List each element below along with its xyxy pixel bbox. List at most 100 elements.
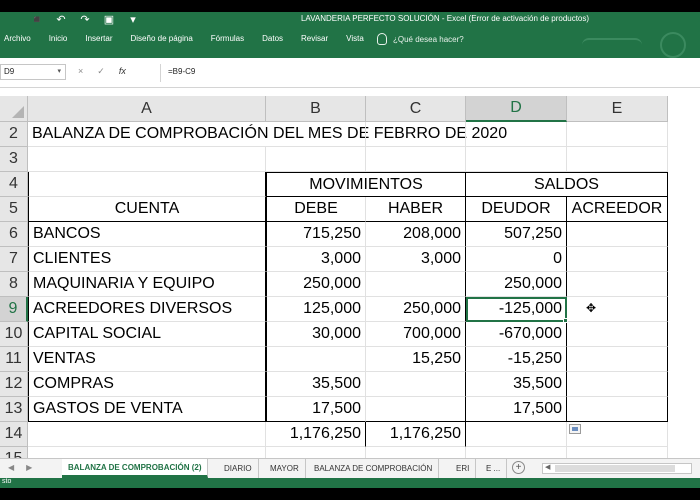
cell-de4[interactable]: SALDOS — [466, 172, 668, 197]
cell-b12[interactable]: 35,500 — [266, 372, 366, 397]
add-sheet-button[interactable]: + — [512, 461, 525, 474]
column-header-a[interactable]: A — [28, 96, 266, 122]
cell-a4[interactable] — [28, 172, 266, 197]
cell-d13[interactable]: 17,500 — [466, 397, 567, 422]
cell-e14[interactable] — [567, 422, 668, 447]
cell-c9[interactable]: 250,000 — [366, 297, 466, 322]
cell-c3[interactable] — [366, 147, 466, 172]
column-header-b[interactable]: B — [266, 96, 366, 122]
cell-a3[interactable] — [28, 147, 266, 172]
row-header-11[interactable]: 11 — [0, 347, 28, 372]
cell-b6[interactable]: 715,250 — [266, 222, 366, 247]
chevron-down-icon[interactable]: ▾ — [57, 67, 61, 75]
sheet-prev-icon[interactable]: ◀ — [8, 463, 14, 472]
scrollbar-thumb[interactable] — [555, 465, 675, 472]
cell-d14[interactable] — [466, 422, 567, 447]
row-header-9[interactable]: 9 — [0, 297, 28, 322]
cell-a12[interactable]: COMPRAS — [28, 372, 266, 397]
tell-me-box[interactable]: ¿Qué desea hacer? — [377, 33, 464, 45]
sheet-tab-4[interactable]: BALANZA DE COMPROBACIÓN — [308, 459, 440, 478]
fill-handle[interactable] — [563, 318, 568, 323]
name-box[interactable]: D9 ▾ — [0, 64, 66, 80]
column-header-d[interactable]: D — [466, 96, 567, 122]
sheet-tab-5[interactable]: ERI — [450, 459, 477, 478]
cell-b11[interactable] — [266, 347, 366, 372]
row-header-7[interactable]: 7 — [0, 247, 28, 272]
tab-vista[interactable]: Vista — [346, 34, 364, 43]
cell-e5[interactable]: ACREEDOR — [567, 197, 668, 222]
cell-e12[interactable] — [567, 372, 668, 397]
row-header-13[interactable]: 13 — [0, 397, 28, 422]
cell-c8[interactable] — [366, 272, 466, 297]
select-all-corner[interactable] — [0, 96, 28, 122]
tab-insertar[interactable]: Insertar — [85, 34, 112, 43]
cell-b10[interactable]: 30,000 — [266, 322, 366, 347]
cell-a8[interactable]: MAQUINARIA Y EQUIPO — [28, 272, 266, 297]
tab-revisar[interactable]: Revisar — [301, 34, 328, 43]
cell-c7[interactable]: 3,000 — [366, 247, 466, 272]
cell-e9[interactable] — [567, 297, 668, 322]
sheet-tab-3[interactable]: MAYOR — [264, 459, 306, 478]
cell-b9[interactable]: 125,000 — [266, 297, 366, 322]
cell-a13[interactable]: GASTOS DE VENTA — [28, 397, 266, 422]
column-header-e[interactable]: E — [567, 96, 668, 122]
cell-e3[interactable] — [567, 147, 668, 172]
row-header-4[interactable]: 4 — [0, 172, 28, 197]
cell-b3[interactable] — [266, 147, 366, 172]
column-header-c[interactable]: C — [366, 96, 466, 122]
cell-c5[interactable]: HABER — [366, 197, 466, 222]
cell-b5[interactable]: DEBE — [266, 197, 366, 222]
cell-e11[interactable] — [567, 347, 668, 372]
row-header-6[interactable]: 6 — [0, 222, 28, 247]
cell-a14[interactable] — [28, 422, 266, 447]
row-header-3[interactable]: 3 — [0, 147, 28, 172]
cancel-icon[interactable]: × — [78, 66, 83, 77]
cell-a7[interactable]: CLIENTES — [28, 247, 266, 272]
cell-b13[interactable]: 17,500 — [266, 397, 366, 422]
cell-a10[interactable]: CAPITAL SOCIAL — [28, 322, 266, 347]
cell-e7[interactable] — [567, 247, 668, 272]
confirm-icon[interactable]: ✓ — [97, 66, 105, 77]
cell-d7[interactable]: 0 — [466, 247, 567, 272]
cell-e10[interactable] — [567, 322, 668, 347]
cell-d10[interactable]: -670,000 — [466, 322, 567, 347]
row-header-12[interactable]: 12 — [0, 372, 28, 397]
cell-c13[interactable] — [366, 397, 466, 422]
tab-formulas[interactable]: Fórmulas — [211, 34, 244, 43]
cell-a2[interactable]: BALANZA DE COMPROBACIÓN DEL MES DE FEBRR… — [28, 122, 507, 147]
cell-d3[interactable] — [466, 147, 567, 172]
cell-c12[interactable] — [366, 372, 466, 397]
quick-analysis-icon[interactable] — [569, 424, 581, 434]
cell-b8[interactable]: 250,000 — [266, 272, 366, 297]
cell-b14[interactable]: 1,176,250 — [266, 422, 366, 447]
scroll-left-icon[interactable]: ◀ — [545, 463, 550, 471]
cell-b2[interactable] — [266, 122, 366, 147]
cell-e2[interactable] — [567, 122, 668, 147]
cell-bc4[interactable]: MOVIMIENTOS — [266, 172, 466, 197]
row-header-2[interactable]: 2 — [0, 122, 28, 147]
cell-d6[interactable]: 507,250 — [466, 222, 567, 247]
cell-b7[interactable]: 3,000 — [266, 247, 366, 272]
formula-input[interactable]: =B9-C9 — [168, 67, 195, 76]
cell-a6[interactable]: BANCOS — [28, 222, 266, 247]
row-header-5[interactable]: 5 — [0, 197, 28, 222]
cell-d2[interactable] — [466, 122, 567, 147]
cell-e6[interactable] — [567, 222, 668, 247]
cell-a5[interactable]: CUENTA — [28, 197, 266, 222]
cell-c14[interactable]: 1,176,250 — [366, 422, 466, 447]
sheet-next-icon[interactable]: ▶ — [26, 463, 32, 472]
tab-archivo[interactable]: Archivo — [4, 34, 31, 43]
row-header-8[interactable]: 8 — [0, 272, 28, 297]
insert-function-icon[interactable]: fx — [119, 66, 126, 77]
horizontal-scrollbar[interactable]: ◀ — [542, 463, 692, 474]
cell-d12[interactable]: 35,500 — [466, 372, 567, 397]
tab-inicio[interactable]: Inicio — [49, 34, 68, 43]
sheet-tab-1[interactable]: BALANZA DE COMPROBACIÓN (2) — [62, 459, 209, 478]
cell-e8[interactable] — [567, 272, 668, 297]
sheet-tab-2[interactable]: DIARIO — [218, 459, 259, 478]
cell-c11[interactable]: 15,250 — [366, 347, 466, 372]
cell-c10[interactable]: 700,000 — [366, 322, 466, 347]
cell-c2[interactable] — [366, 122, 466, 147]
cell-a9[interactable]: ACREEDORES DIVERSOS — [28, 297, 266, 322]
cell-d8[interactable]: 250,000 — [466, 272, 567, 297]
